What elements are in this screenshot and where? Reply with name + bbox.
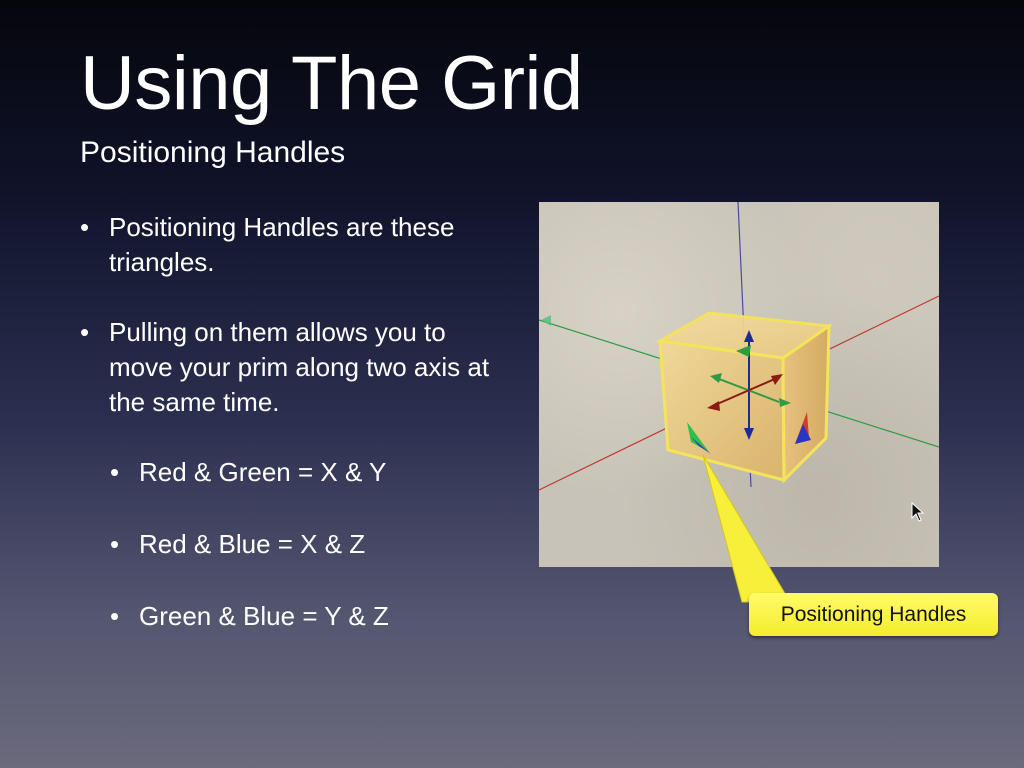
callout-pointer: [702, 454, 791, 603]
callout-label: Positioning Handles: [749, 593, 998, 636]
